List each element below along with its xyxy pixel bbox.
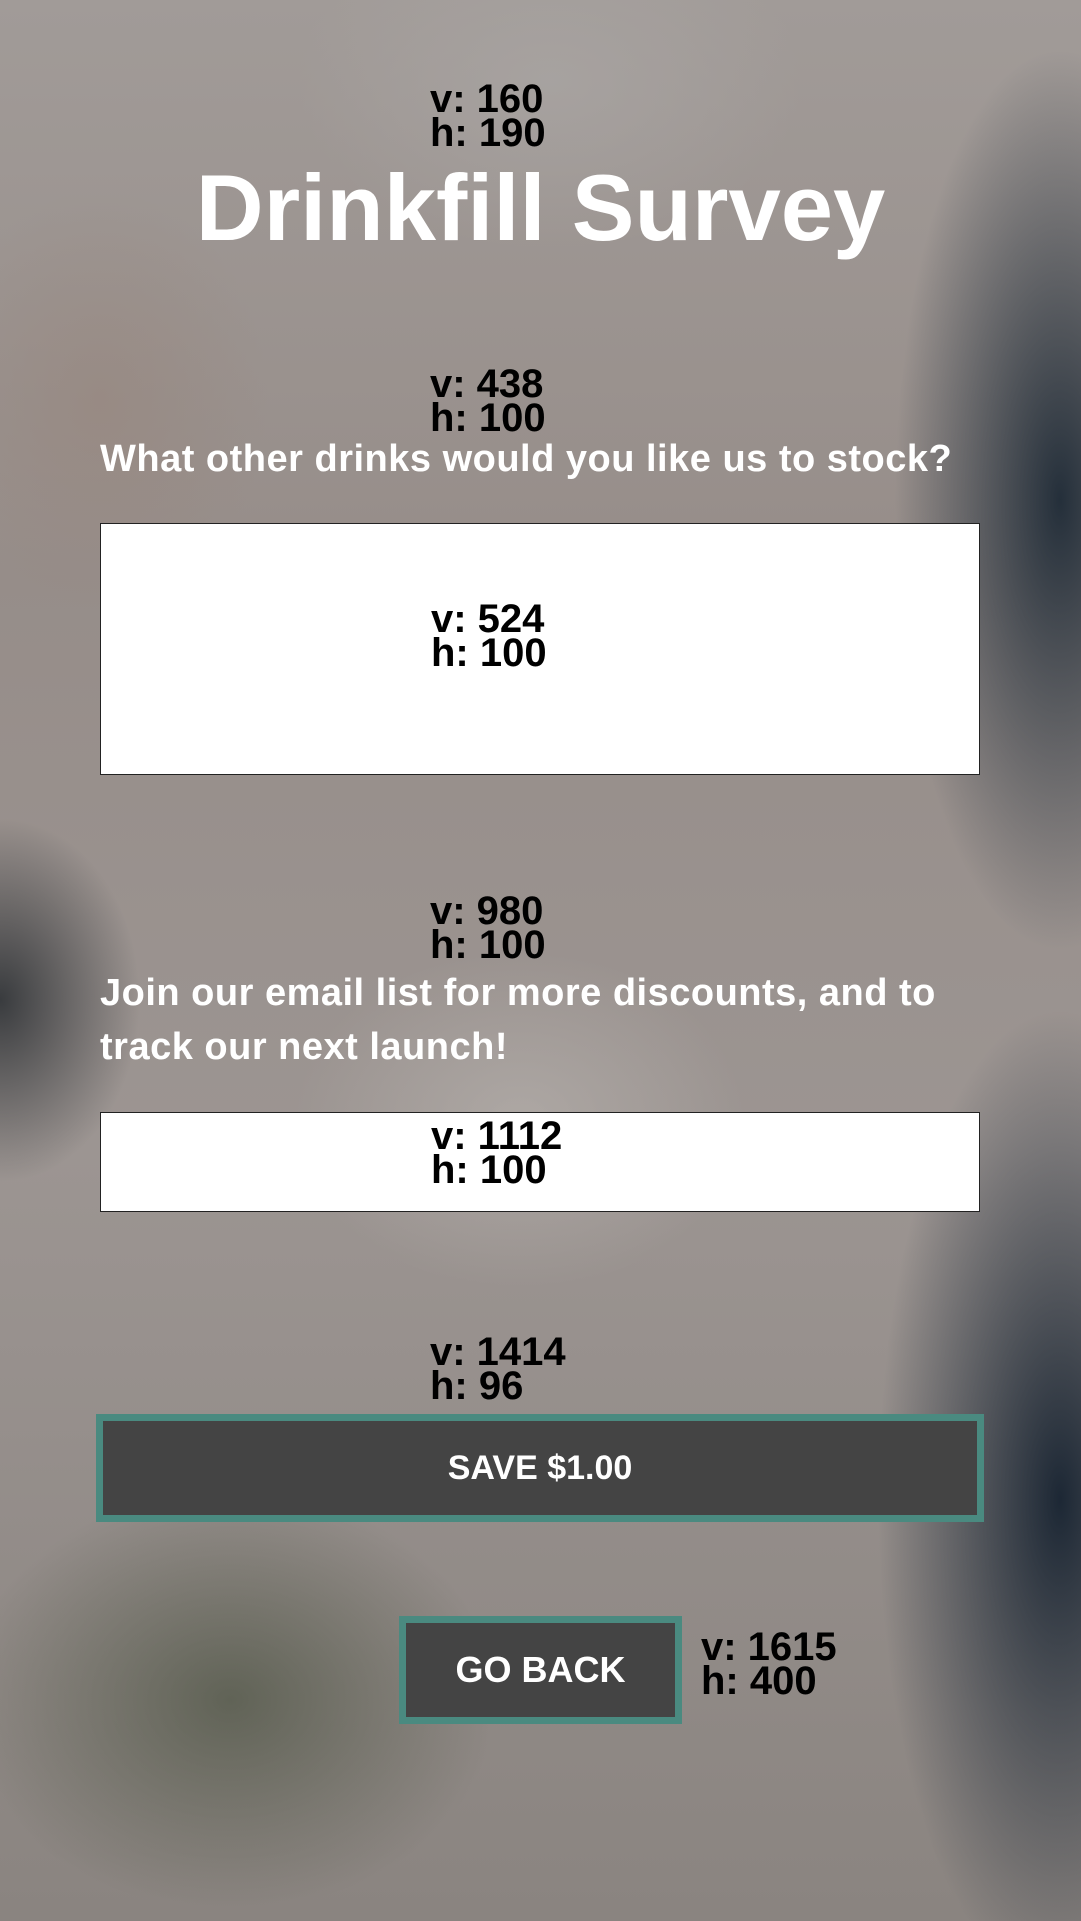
email-field-debug-readout: v: 1112 h: 100 [431, 1116, 562, 1192]
save-button-debug-h: h: 96 [430, 1364, 524, 1408]
header-debug-h: h: 190 [430, 111, 546, 155]
email-question-debug-h: h: 100 [430, 923, 546, 967]
email-question-debug-readout: v: 980 h: 100 [430, 891, 546, 967]
save-button-debug-readout: v: 1414 h: 96 [430, 1332, 566, 1408]
drinks-field-debug-readout: v: 524 h: 100 [431, 599, 547, 675]
drinks-suggestion-textarea[interactable]: v: 524 h: 100 [100, 523, 980, 775]
save-button[interactable]: SAVE $1.00 [96, 1414, 984, 1522]
drinks-question-label: What other drinks would you like us to s… [100, 438, 953, 480]
go-back-debug-readout: v: 1615 h: 400 [701, 1627, 837, 1703]
email-input[interactable]: v: 1112 h: 100 [100, 1112, 980, 1212]
email-question-label: Join our email list for more discounts, … [100, 972, 936, 1068]
email-field-debug-h: h: 100 [431, 1148, 547, 1192]
page-title: Drinkfill Survey [195, 155, 886, 260]
go-back-button[interactable]: GO BACK [399, 1616, 682, 1724]
header-debug-readout: v: 160 h: 190 [430, 79, 546, 155]
go-back-debug-h: h: 400 [701, 1659, 817, 1703]
drinks-question-debug-h: h: 100 [430, 396, 546, 440]
drinks-field-debug-h: h: 100 [431, 631, 547, 675]
drinks-question-debug-readout: v: 438 h: 100 [430, 364, 546, 440]
